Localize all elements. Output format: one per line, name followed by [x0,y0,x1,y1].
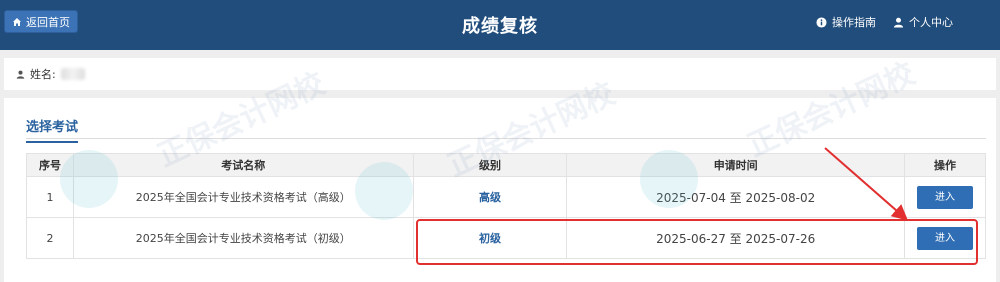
info-icon [816,16,827,28]
guide-link[interactable]: 操作指南 [816,14,876,30]
table-row: 2 2025年全国会计专业技术资格考试（初级） 初级 2025-06-27 至 … [26,217,986,259]
row-level: 高级 [412,176,568,218]
row-index: 1 [26,176,74,218]
name-label: 姓名: [30,68,56,81]
blurred-name [60,68,85,80]
row-action-cell: 进入 [904,176,986,218]
user-icon [16,70,25,79]
user-icon [893,17,904,28]
header-level: 级别 [412,153,568,177]
row-apply-time: 2025-07-04 至 2025-08-02 [566,176,905,218]
exam-table: 序号 考试名称 级别 申请时间 操作 1 2025年全国会计专业技术资格考试（高… [26,153,986,259]
guide-link-label: 操作指南 [832,16,876,29]
row-action-cell: 进入 [904,217,986,259]
exam-panel: 选择考试 序号 考试名称 级别 申请时间 操作 1 2025年全国会计专业技术资… [4,98,996,282]
enter-button[interactable]: 进入 [917,226,973,250]
enter-button[interactable]: 进入 [917,185,973,209]
row-apply-time: 2025-06-27 至 2025-07-26 [566,217,905,259]
header-exam-name: 考试名称 [72,153,414,177]
header-action: 操作 [904,153,986,177]
row-exam-name: 2025年全国会计专业技术资格考试（初级） [72,217,414,259]
row-level: 初级 [412,217,568,259]
row-index: 2 [26,217,74,259]
user-info-bar: 姓名: [4,58,996,90]
header-apply-time: 申请时间 [566,153,905,177]
user-center-label: 个人中心 [909,16,953,29]
table-row: 1 2025年全国会计专业技术资格考试（高级） 高级 2025-07-04 至 … [26,176,986,218]
header-index: 序号 [26,153,74,177]
user-center-link[interactable]: 个人中心 [893,14,953,30]
top-header: 返回首页 成绩复核 操作指南 个人中心 [0,0,1000,50]
tab-divider [26,138,986,139]
row-exam-name: 2025年全国会计专业技术资格考试（高级） [72,176,414,218]
table-header-row: 序号 考试名称 级别 申请时间 操作 [26,153,986,177]
